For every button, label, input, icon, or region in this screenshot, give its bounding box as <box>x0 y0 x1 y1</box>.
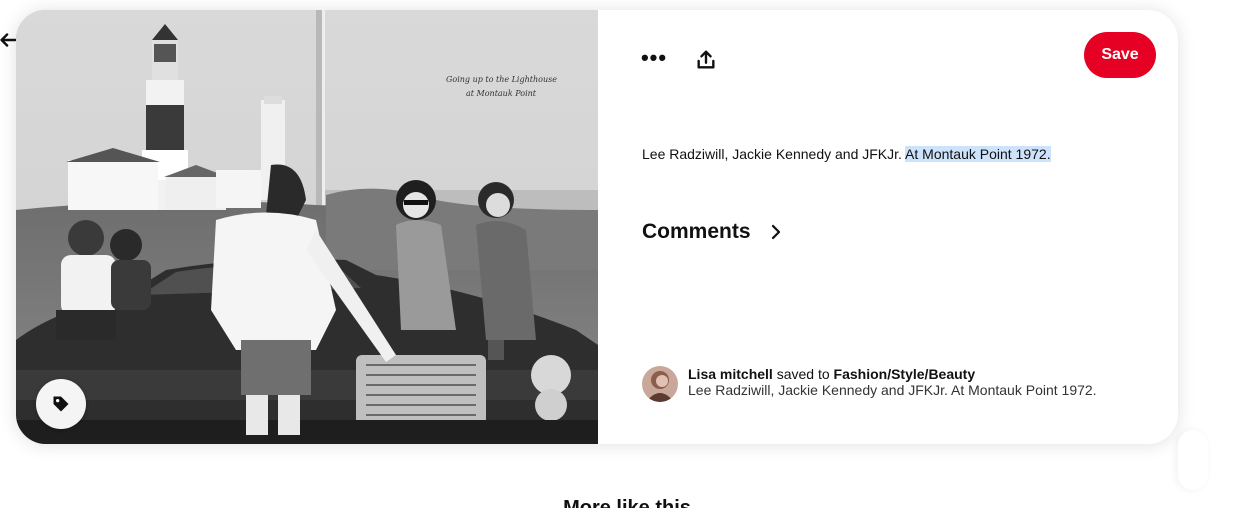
pin-image[interactable]: Going up to the Lighthouse at Montauk Po… <box>16 10 598 444</box>
board-link[interactable]: Fashion/Style/Beauty <box>834 366 976 382</box>
photo-illustration: Going up to the Lighthouse at Montauk Po… <box>16 10 598 444</box>
more-like-this-heading: More like this <box>563 497 691 508</box>
saver-action: saved to <box>776 366 830 382</box>
comments-toggle[interactable]: Comments <box>642 220 785 244</box>
more-icon: ••• <box>640 45 668 70</box>
pin-description: Lee Radziwill, Jackie Kennedy and JFKJr.… <box>642 146 1051 162</box>
saver-info: Lisa mitchell saved to Fashion/Style/Bea… <box>642 366 1122 402</box>
share-button[interactable] <box>688 42 724 78</box>
pin-details: ••• Save Lee Radziwill, Jackie Kennedy a… <box>598 10 1178 444</box>
tag-icon <box>53 396 69 412</box>
chevron-right-icon <box>767 223 785 241</box>
side-panel-edge <box>1178 430 1208 490</box>
svg-text:at Montauk Point: at Montauk Point <box>466 89 537 98</box>
saver-description: Lee Radziwill, Jackie Kennedy and JFKJr.… <box>688 382 1097 398</box>
pin-card: Going up to the Lighthouse at Montauk Po… <box>16 10 1178 444</box>
pin-page: Going up to the Lighthouse at Montauk Po… <box>0 0 1254 508</box>
description-highlighted-text: At Montauk Point 1972. <box>905 146 1051 162</box>
more-options-button[interactable]: ••• <box>632 40 676 76</box>
svg-text:Going up to the Lighthouse: Going up to the Lighthouse <box>446 75 557 84</box>
tag-button[interactable] <box>36 379 86 429</box>
avatar[interactable] <box>642 366 678 402</box>
save-button[interactable]: Save <box>1084 32 1156 78</box>
saver-name[interactable]: Lisa mitchell <box>688 366 773 382</box>
description-text: Lee Radziwill, Jackie Kennedy and JFKJr. <box>642 146 902 162</box>
share-icon <box>697 50 715 69</box>
comments-title: Comments <box>642 220 751 243</box>
